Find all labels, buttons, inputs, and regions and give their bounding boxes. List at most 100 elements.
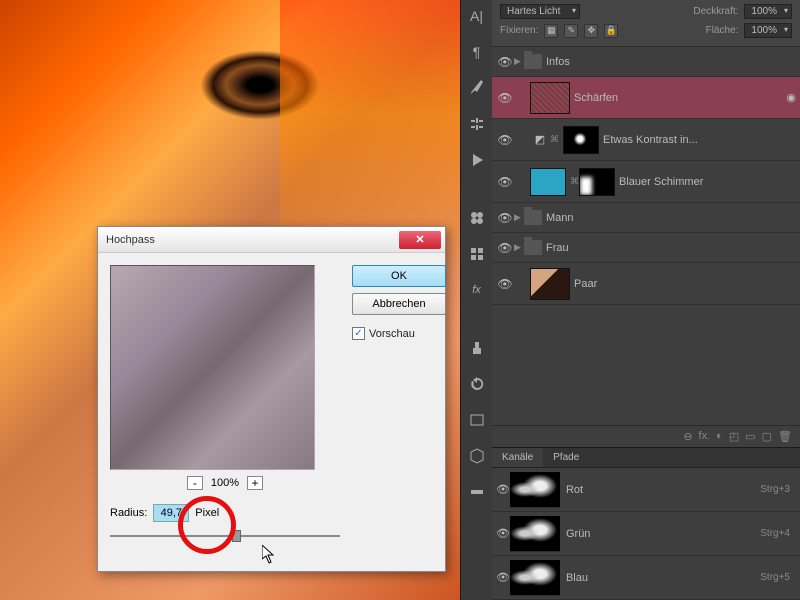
fill-value[interactable]: 100% (744, 23, 792, 38)
expand-arrow-icon[interactable]: ▶ (514, 212, 524, 223)
adjustment-button-icon[interactable]: ◰ (729, 430, 739, 443)
channel-shortcut: Strg+5 (760, 572, 790, 583)
visibility-icon[interactable]: 👁 (496, 241, 514, 255)
styles-icon[interactable] (465, 242, 489, 266)
tab-kanaele[interactable]: Kanäle (492, 448, 543, 467)
lock-brush-icon[interactable]: ✎ (564, 24, 578, 38)
visibility-icon[interactable]: 👁 (496, 55, 514, 69)
zoom-out-button[interactable]: - (187, 476, 203, 490)
close-icon[interactable]: ✕ (399, 231, 441, 249)
visibility-icon[interactable]: 👁 (496, 91, 514, 105)
fill-thumbnail[interactable] (530, 168, 566, 196)
hochpass-dialog: Hochpass ✕ - 100% + Radius: Pixel OK Abb… (97, 226, 446, 572)
layer-name: Paar (574, 278, 796, 290)
channel-shortcut: Strg+4 (760, 528, 790, 539)
play-icon[interactable] (465, 148, 489, 172)
new-layer-icon[interactable]: ▢ (762, 430, 772, 443)
layer-mask-thumbnail[interactable] (579, 168, 615, 196)
layer-name: Schärfen (574, 92, 786, 104)
layer-schaerfen[interactable]: 👁 Schärfen ◉ (492, 77, 800, 119)
radius-unit: Pixel (195, 507, 219, 519)
cancel-button[interactable]: Abbrechen (352, 293, 446, 315)
layer-name: Blauer Schimmer (619, 176, 796, 188)
layer-mask-thumbnail[interactable] (563, 126, 599, 154)
brush-icon[interactable] (465, 76, 489, 100)
preview-checkbox[interactable]: ✓ (352, 327, 365, 340)
channel-thumbnail (510, 472, 560, 508)
layer-paar[interactable]: 👁 Paar (492, 263, 800, 305)
channel-thumbnail (510, 516, 560, 552)
visibility-icon[interactable]: 👁 (496, 133, 514, 147)
filter-preview[interactable] (110, 265, 315, 470)
blend-mode-dropdown[interactable]: Hartes Licht (500, 4, 580, 19)
link-icon: ⌘ (550, 134, 559, 145)
layer-name: Frau (546, 242, 796, 254)
layers-panel-container: Hartes Licht Deckkraft: 100% Fixieren: ▦… (492, 0, 800, 600)
mask-button-icon[interactable]: ◐ (716, 430, 723, 443)
folder-icon (524, 54, 542, 69)
expand-arrow-icon[interactable]: ▶ (514, 242, 524, 253)
fx-icon[interactable]: fx (465, 278, 489, 302)
delete-layer-icon[interactable]: 🗑 (778, 430, 792, 443)
link-layers-icon[interactable]: ⊖ (683, 430, 692, 443)
radius-slider[interactable] (110, 528, 340, 544)
layers-footer: ⊖ fx. ◐ ◰ ▭ ▢ 🗑 (492, 425, 800, 447)
swatches-icon[interactable] (465, 206, 489, 230)
curves-adjust-icon: ◩ (530, 132, 550, 148)
smart-filter-icon[interactable]: ◉ (786, 91, 796, 104)
layer-folder-frau[interactable]: 👁 ▶ Frau (492, 233, 800, 263)
channel-rot[interactable]: 👁 Rot Strg+3 (492, 468, 800, 512)
tool-strip: A| ¶ fx (460, 0, 492, 600)
history-icon[interactable] (465, 372, 489, 396)
layer-folder-infos[interactable]: 👁 ▶ Infos (492, 47, 800, 77)
adjustments-icon[interactable] (465, 112, 489, 136)
3d-icon[interactable] (465, 444, 489, 468)
zoom-in-button[interactable]: + (247, 476, 263, 490)
layer-name: Mann (546, 212, 796, 224)
channel-name: Rot (566, 484, 760, 496)
lock-label: Fixieren: (500, 25, 538, 36)
lock-all-icon[interactable]: 🔒 (604, 24, 618, 38)
visibility-icon[interactable]: 👁 (496, 483, 510, 496)
layer-thumbnail[interactable] (530, 82, 570, 114)
visibility-icon[interactable]: 👁 (496, 175, 514, 189)
layer-options-bar: Hartes Licht Deckkraft: 100% Fixieren: ▦… (492, 0, 800, 47)
folder-icon (524, 210, 542, 225)
dialog-titlebar[interactable]: Hochpass ✕ (98, 227, 445, 253)
fx-button-icon[interactable]: fx. (699, 430, 711, 443)
clone-icon[interactable] (465, 336, 489, 360)
expand-arrow-icon[interactable]: ▶ (514, 56, 524, 67)
channel-name: Blau (566, 572, 760, 584)
radius-label: Radius: (110, 507, 147, 519)
layer-kontrast[interactable]: 👁 ◩ ⌘ Etwas Kontrast in... (492, 119, 800, 161)
link-icon: ⌘ (570, 176, 579, 187)
channels-tabs: Kanäle Pfade (492, 448, 800, 468)
layers-list: 👁 ▶ Infos 👁 Schärfen ◉ 👁 ◩ ⌘ Etwas Kontr… (492, 47, 800, 425)
group-button-icon[interactable]: ▭ (745, 430, 755, 443)
tab-pfade[interactable]: Pfade (543, 448, 589, 467)
character-icon[interactable]: A| (465, 4, 489, 28)
visibility-icon[interactable]: 👁 (496, 571, 510, 584)
paragraph-icon[interactable]: ¶ (465, 40, 489, 64)
lock-move-icon[interactable]: ✥ (584, 24, 598, 38)
visibility-icon[interactable]: 👁 (496, 277, 514, 291)
layer-thumbnail[interactable] (530, 268, 570, 300)
navigator-icon[interactable] (465, 408, 489, 432)
channel-blau[interactable]: 👁 Blau Strg+5 (492, 556, 800, 600)
visibility-icon[interactable]: 👁 (496, 211, 514, 225)
lock-pixels-icon[interactable]: ▦ (544, 24, 558, 38)
visibility-icon[interactable]: 👁 (496, 527, 510, 540)
ok-button[interactable]: OK (352, 265, 446, 287)
channel-name: Grün (566, 528, 760, 540)
fill-label: Fläche: (706, 25, 739, 36)
measure-icon[interactable] (465, 480, 489, 504)
layer-blauer-schimmer[interactable]: 👁 ⌘ Blauer Schimmer (492, 161, 800, 203)
channel-shortcut: Strg+3 (760, 484, 790, 495)
opacity-label: Deckkraft: (693, 6, 738, 17)
radius-input[interactable] (153, 504, 189, 522)
opacity-value[interactable]: 100% (744, 4, 792, 19)
layer-folder-mann[interactable]: 👁 ▶ Mann (492, 203, 800, 233)
slider-handle-icon[interactable] (232, 530, 241, 542)
preview-label: Vorschau (369, 328, 415, 340)
channel-gruen[interactable]: 👁 Grün Strg+4 (492, 512, 800, 556)
